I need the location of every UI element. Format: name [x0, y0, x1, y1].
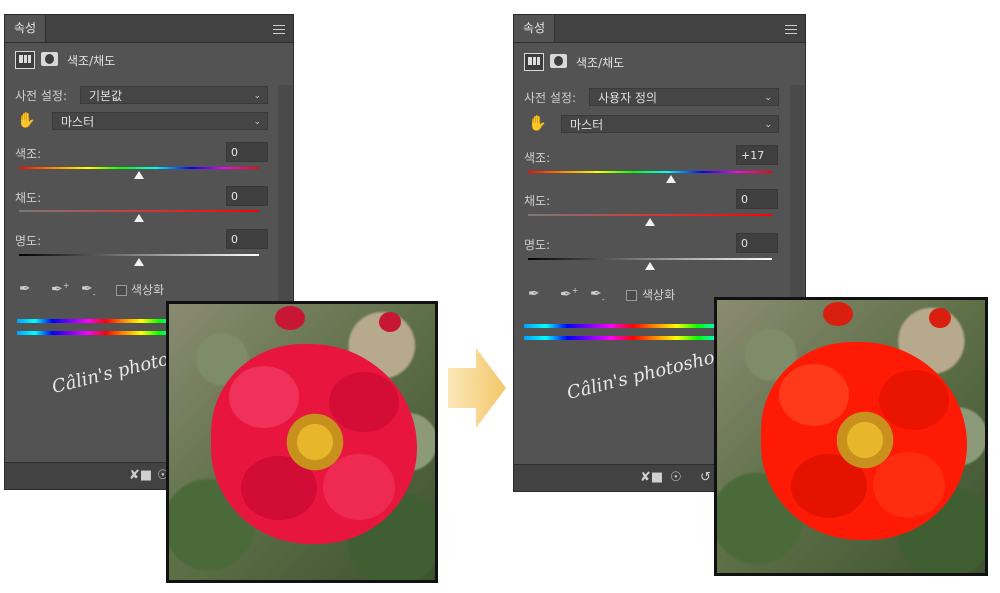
- rose-flower: [211, 344, 417, 544]
- chevron-down-icon: ⌄: [253, 117, 261, 127]
- colorize-checkbox[interactable]: [116, 285, 127, 296]
- channel-value: 마스터: [61, 115, 95, 129]
- rose-photo-after: [714, 297, 988, 576]
- clip-to-layer-icon[interactable]: ✘■: [640, 470, 663, 485]
- saturation-slider-thumb[interactable]: [645, 218, 655, 226]
- lightness-slider-track[interactable]: [19, 254, 259, 256]
- preset-label: 사전 설정:: [15, 89, 68, 103]
- saturation-slider-thumb[interactable]: [134, 214, 144, 222]
- chevron-down-icon: ⌄: [764, 120, 772, 130]
- colorize-label: 색상화: [642, 288, 676, 302]
- lightness-slider-thumb[interactable]: [645, 262, 655, 270]
- adjustment-layer-icon[interactable]: [524, 53, 544, 71]
- lightness-label: 명도:: [15, 234, 42, 248]
- mask-icon[interactable]: [41, 52, 58, 66]
- color-spectrum-bar-top: [17, 319, 177, 323]
- eyedropper-icon[interactable]: ✒: [19, 281, 31, 297]
- saturation-value-field[interactable]: 0: [736, 189, 778, 209]
- targeted-adjustment-hand-icon[interactable]: ✋: [17, 111, 36, 129]
- eyedropper-subtract-icon[interactable]: ✒-: [590, 286, 605, 304]
- lightness-value-field[interactable]: 0: [736, 233, 778, 253]
- visibility-icon[interactable]: ☉: [670, 470, 682, 485]
- colorize-label: 색상화: [131, 283, 165, 297]
- hue-value-field[interactable]: +17: [736, 145, 778, 165]
- hue-label: 색조:: [524, 151, 551, 165]
- eyedropper-subtract-icon[interactable]: ✒-: [81, 281, 96, 299]
- color-spectrum-bar-bottom: [17, 331, 177, 335]
- clip-to-layer-icon[interactable]: ✘■: [129, 468, 152, 483]
- rose-bud: [929, 308, 951, 328]
- saturation-slider-track[interactable]: [19, 210, 259, 212]
- right-arrow-icon: [448, 348, 506, 428]
- hue-slider-track[interactable]: [19, 167, 259, 169]
- rose-bud: [275, 306, 305, 330]
- channel-dropdown[interactable]: 마스터 ⌄: [561, 115, 779, 133]
- hue-slider-thumb[interactable]: [666, 175, 676, 183]
- rose-photo-before: [166, 301, 438, 583]
- rose-flower: [761, 342, 967, 540]
- rose-center: [829, 404, 901, 476]
- preset-value: 기본값: [89, 89, 123, 103]
- panel-header-title: 색조/채도: [576, 56, 625, 70]
- hue-slider-thumb[interactable]: [134, 171, 144, 179]
- preset-label: 사전 설정:: [524, 91, 577, 105]
- color-spectrum-bar-top: [524, 324, 720, 328]
- saturation-slider-track[interactable]: [528, 214, 772, 216]
- chevron-down-icon: ⌄: [764, 93, 772, 103]
- panel-tab-bar: 속성: [514, 15, 805, 43]
- preset-dropdown[interactable]: 사용자 정의 ⌄: [589, 88, 779, 106]
- panel-header-title: 색조/채도: [67, 54, 116, 68]
- channel-value: 마스터: [570, 118, 604, 132]
- hue-label: 색조:: [15, 147, 42, 161]
- eyedropper-add-icon[interactable]: ✒+: [560, 286, 578, 303]
- reset-icon[interactable]: ↺: [700, 470, 711, 485]
- eyedropper-icon[interactable]: ✒: [528, 286, 540, 302]
- panel-tab-bar: 속성: [5, 15, 293, 43]
- saturation-value-field[interactable]: 0: [226, 186, 268, 206]
- saturation-label: 채도:: [524, 194, 551, 208]
- rose-bud: [823, 302, 853, 326]
- rose-center: [279, 406, 351, 478]
- panel-menu-icon[interactable]: [273, 25, 285, 34]
- channel-dropdown[interactable]: 마스터 ⌄: [52, 112, 268, 130]
- lightness-slider-thumb[interactable]: [134, 258, 144, 266]
- panel-menu-icon[interactable]: [785, 25, 797, 34]
- hue-slider-track[interactable]: [528, 171, 772, 173]
- colorize-checkbox[interactable]: [626, 290, 637, 301]
- preset-dropdown[interactable]: 기본값 ⌄: [80, 86, 268, 104]
- color-spectrum-bar-bottom: [524, 336, 720, 340]
- mask-icon[interactable]: [550, 54, 567, 68]
- lightness-slider-track[interactable]: [528, 258, 772, 260]
- tab-properties[interactable]: 속성: [514, 15, 555, 42]
- eyedropper-add-icon[interactable]: ✒+: [51, 281, 69, 298]
- rose-bud: [379, 312, 401, 332]
- chevron-down-icon: ⌄: [253, 91, 261, 101]
- adjustment-layer-icon[interactable]: [15, 51, 35, 69]
- lightness-label: 명도:: [524, 238, 551, 252]
- targeted-adjustment-hand-icon[interactable]: ✋: [528, 114, 547, 132]
- preset-value: 사용자 정의: [598, 91, 658, 105]
- saturation-label: 채도:: [15, 191, 42, 205]
- tab-properties[interactable]: 속성: [5, 15, 46, 42]
- lightness-value-field[interactable]: 0: [226, 229, 268, 249]
- hue-value-field[interactable]: 0: [226, 142, 268, 162]
